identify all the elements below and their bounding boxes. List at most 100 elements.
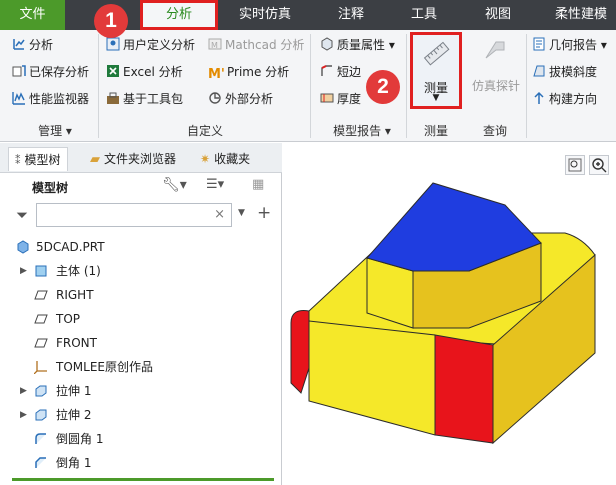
tab-annotate[interactable]: 注释 [320,0,382,30]
search-input[interactable]: × [36,203,232,227]
short-edge-icon [321,65,332,76]
simulation-probe-label: 仿真探针 [471,79,520,93]
part-icon [17,240,29,254]
draft-angle-label: 拔模斜度 [549,65,598,79]
ribbon-divider [406,34,407,138]
tree-item-body[interactable]: ▶ 主体 (1) [0,259,282,283]
user-defined-analysis-button[interactable]: 用户定义分析 [106,35,195,55]
build-direction-button[interactable]: 构建方向 [532,89,597,109]
tree-item-csys[interactable]: TOMLEE原创作品 [0,355,282,379]
favorites-icon: ✷ [200,152,211,166]
tree-item-front[interactable]: FRONT [0,331,282,355]
group-custom: 自定义 [186,124,223,138]
clear-icon[interactable]: × [214,207,225,222]
folder-icon: ▰ [90,152,100,167]
3d-model[interactable] [283,143,616,485]
tree-item-extrude-2[interactable]: ▶ 拉伸 2 [0,403,282,427]
datum-plane-icon [34,290,48,300]
model-tree-icon: ⁑ [15,154,21,167]
excel-analysis-button[interactable]: Excel 分析 [106,62,183,82]
mass-properties-label: 质量属性 [337,38,386,52]
step-marker-2: 2 [366,70,400,104]
tab-folder-browser[interactable]: ▰ 文件夹浏览器 [90,147,176,171]
tab-file[interactable]: 文件 [0,0,65,30]
tree-item-root[interactable]: 5DCAD.PRT [0,235,282,259]
tab-simulation[interactable]: 实时仿真 [228,0,302,30]
panel-tabs: ⁑ 模型树 ▰ 文件夹浏览器 ✷ 收藏夹 [0,143,282,173]
external-analysis-label: 外部分析 [225,92,274,106]
thickness-button[interactable]: 厚度 [320,89,361,109]
expand-icon[interactable]: ▶ [20,403,27,427]
mass-properties-button[interactable]: 质量属性 ▾ [320,35,395,55]
user-analysis-icon [106,37,120,51]
toolkit-based-label: 基于工具包 [123,92,184,106]
ribbon-tab-bar: 文件 分析 实时仿真 注释 工具 视图 柔性建模 [0,0,616,30]
tree-item-top[interactable]: TOP [0,307,282,331]
prime-analysis-label: Prime 分析 [227,65,290,79]
extrude-icon [35,409,47,421]
group-measure: 测量 [423,124,448,138]
ruler-icon [423,41,450,66]
short-edge-button[interactable]: 短边 [320,62,361,82]
short-edge-label: 短边 [337,65,362,79]
tab-flex-modeling[interactable]: 柔性建模 [546,0,616,30]
user-defined-analysis-label: 用户定义分析 [123,38,196,52]
prime-icon: M' [208,67,225,82]
thickness-label: 厚度 [337,92,362,106]
step-marker-1: 1 [94,4,128,38]
add-icon[interactable]: + [257,203,271,223]
external-analysis-button[interactable]: 外部分析 [208,89,273,109]
tree-title: 模型树 [32,181,69,195]
excel-analysis-label: Excel 分析 [123,65,183,79]
tab-model-tree[interactable]: ⁑ 模型树 [8,147,68,171]
expand-icon[interactable]: ▶ [20,379,27,403]
mathcad-analysis-label: Mathcad 分析 [225,38,305,52]
group-inspect: 查询 [482,124,507,138]
analysis-button[interactable]: 分析 [12,35,53,55]
tab-favorites[interactable]: ✷ 收藏夹 [200,147,250,171]
performance-monitor-button[interactable]: 性能监视器 [12,89,89,109]
geometry-report-button[interactable]: 几何报告 ▾ [532,35,607,55]
toolkit-icon [107,92,119,104]
build-direction-icon [534,91,544,104]
tab-view[interactable]: 视图 [470,0,526,30]
filter-settings-icon[interactable]: ▦ [252,177,264,192]
mathcad-icon: M [208,38,222,50]
ribbon-divider [526,34,527,138]
geometry-report-label: 几何报告 [549,38,598,52]
mathcad-analysis-button[interactable]: M Mathcad 分析 [208,35,304,55]
graphics-window[interactable] [283,143,616,485]
tree-item-extrude-1[interactable]: ▶ 拉伸 1 [0,379,282,403]
draft-angle-icon [533,65,545,77]
analysis-icon [13,39,25,50]
chevron-down-icon[interactable]: ▼ [238,208,245,218]
thickness-icon [320,93,334,103]
ribbon-divider [310,34,311,138]
ribbon: 分析 已保存分析 性能监视器 管理 ▾ 用户定义分析 M Mathcad 分析 E… [0,30,616,142]
filter-icon[interactable]: ⏷ [16,206,28,224]
saved-analysis-icon [12,65,26,77]
group-manage[interactable]: 管理 ▾ [20,122,90,140]
tree-item-right[interactable]: RIGHT [0,283,282,307]
tree-item-chamfer-1[interactable]: 倒角 1 [0,451,282,475]
expand-icon[interactable]: ▶ [20,259,27,283]
chevron-down-icon[interactable]: ▼ [413,93,459,103]
build-direction-label: 构建方向 [549,92,598,106]
performance-monitor-label: 性能监视器 [29,92,90,106]
saved-analysis-label: 已保存分析 [29,65,90,79]
mass-properties-icon [321,37,333,51]
prime-analysis-button[interactable]: M' Prime 分析 [208,62,289,82]
analysis-label: 分析 [29,38,54,52]
tab-tools[interactable]: 工具 [396,0,452,30]
saved-analysis-button[interactable]: 已保存分析 [12,62,89,82]
draft-angle-button[interactable]: 拔模斜度 [532,62,597,82]
tree-item-round-1[interactable]: 倒圆角 1 [0,427,282,451]
group-model-report[interactable]: 模型报告 ▾ [322,122,402,140]
settings-icon[interactable]: 🔧︎▾ [162,177,187,193]
external-analysis-icon [209,92,221,104]
show-icon[interactable]: ☰▾ [206,177,224,192]
simulation-probe-button[interactable]: 仿真探针 [468,34,524,94]
toolkit-based-button[interactable]: 基于工具包 [106,89,183,109]
tab-analysis[interactable]: 分析 [140,0,218,30]
measure-button[interactable]: 测量 ▼ [410,32,462,109]
